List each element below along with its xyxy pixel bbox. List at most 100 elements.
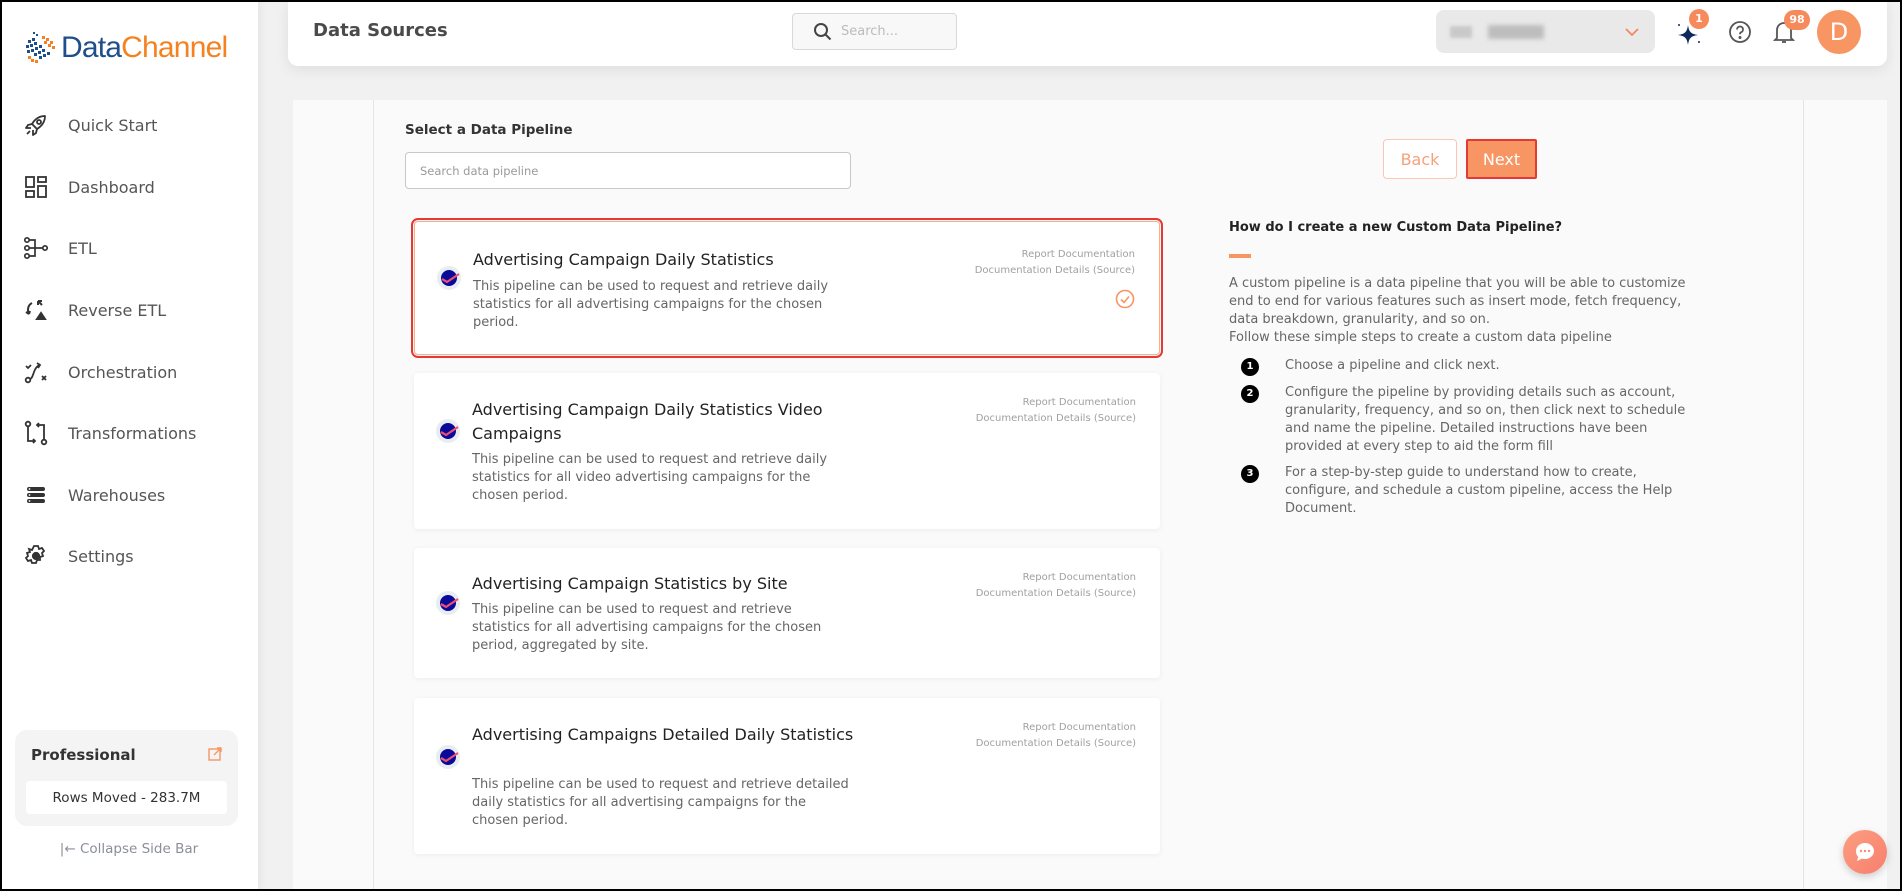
help-step: 2 Configure the pipeline by providing de… [1241, 384, 1699, 456]
step-number-badge: 3 [1241, 465, 1259, 483]
pipeline-card[interactable]: Advertising Campaigns Detailed Daily Sta… [414, 698, 1160, 854]
pipeline-card[interactable]: Advertising Campaign Daily Statistics Th… [411, 218, 1163, 358]
step-text: Choose a pipeline and click next. [1285, 358, 1500, 373]
transformations-icon [22, 419, 50, 447]
sidebar-item-reverse-etl[interactable]: Reverse ETL [22, 293, 242, 327]
plan-name: Professional [31, 746, 136, 764]
etl-icon [22, 234, 50, 262]
sidebar-item-etl[interactable]: ETL [22, 231, 242, 265]
sidebar-item-label: Orchestration [68, 362, 178, 382]
sidebar-item-label: Dashboard [68, 177, 155, 197]
sparkle-badge: 1 [1689, 9, 1709, 29]
brand-name: DataChannel [61, 31, 228, 65]
workspace-dropdown[interactable] [1436, 10, 1655, 53]
documentation-details-link[interactable]: Documentation Details (Source) [976, 736, 1136, 752]
step-text: For a step-by-step guide to understand h… [1285, 465, 1673, 516]
warehouses-icon [22, 481, 50, 509]
gear-icon [22, 542, 50, 570]
pipeline-source-icon [436, 745, 460, 769]
help-step: 3 For a step-by-step guide to understand… [1241, 464, 1699, 518]
pipeline-card[interactable]: Advertising Campaign Statistics by Site … [414, 548, 1160, 678]
pipeline-description: This pipeline can be used to request and… [472, 452, 828, 503]
back-button[interactable]: Back [1383, 139, 1457, 179]
notifications-button[interactable]: 98 [1772, 10, 1810, 45]
help-circle-icon [1729, 21, 1751, 43]
sidebar-item-warehouses[interactable]: Warehouses [22, 478, 242, 512]
top-header: Data Sources 1 98 D [288, 0, 1887, 66]
chat-bubble-icon [1856, 843, 1874, 861]
dashboard-grid-icon [22, 173, 50, 201]
search-icon [814, 22, 832, 40]
sidebar-item-label: Reverse ETL [68, 300, 167, 320]
documentation-details-link[interactable]: Documentation Details (Source) [976, 411, 1136, 427]
documentation-details-link[interactable]: Documentation Details (Source) [976, 586, 1136, 602]
section-label: Select a Data Pipeline [405, 122, 573, 138]
pipeline-source-icon [436, 591, 460, 615]
step-text: Configure the pipeline by providing deta… [1285, 385, 1686, 454]
rocket-icon [22, 111, 50, 139]
plan-card: Professional Rows Moved - 283.7M [15, 730, 238, 826]
rows-moved: Rows Moved - 283.7M [26, 781, 227, 814]
accent-divider [1229, 254, 1251, 258]
sidebar-item-quick-start[interactable]: Quick Start [22, 108, 242, 142]
help-intro-followup: Follow these simple steps to create a cu… [1229, 330, 1612, 345]
chevron-down-icon [1625, 28, 1639, 37]
sidebar-item-label: Quick Start [68, 115, 158, 135]
ai-sparkle-button[interactable]: 1 [1676, 9, 1709, 48]
sidebar-item-label: Warehouses [68, 485, 166, 505]
notifications-badge: 98 [1784, 10, 1810, 30]
help-step: 1 Choose a pipeline and click next. [1241, 357, 1699, 376]
pipeline-doc-links: Report Documentation Documentation Detai… [975, 247, 1135, 279]
global-search-input[interactable] [841, 24, 941, 39]
user-avatar[interactable]: D [1817, 10, 1861, 54]
pipeline-description: This pipeline can be used to request and… [472, 602, 822, 653]
pipeline-title: Advertising Campaigns Detailed Daily Sta… [472, 725, 854, 744]
pipeline-title: Advertising Campaign Daily Statistics Vi… [472, 400, 823, 443]
pipeline-search-input[interactable] [405, 152, 851, 189]
pipeline-doc-links: Report Documentation Documentation Detai… [976, 570, 1136, 602]
report-documentation-link[interactable]: Report Documentation [976, 570, 1136, 586]
help-intro-text: A custom pipeline is a data pipeline tha… [1229, 276, 1686, 327]
sidebar-item-orchestration[interactable]: Orchestration [22, 355, 242, 389]
logo[interactable]: DataChannel [22, 30, 228, 66]
pipeline-description: This pipeline can be used to request and… [472, 777, 849, 828]
brand-name-channel: Channel [121, 31, 228, 64]
report-documentation-link[interactable]: Report Documentation [976, 395, 1136, 411]
datachannel-logo-icon [26, 32, 55, 63]
pipeline-title: Advertising Campaign Daily Statistics [473, 250, 774, 269]
sidebar-item-settings[interactable]: Settings [22, 539, 242, 573]
page-title: Data Sources [313, 20, 448, 41]
sidebar-item-label: Settings [68, 546, 134, 566]
help-title: How do I create a new Custom Data Pipeli… [1229, 220, 1563, 235]
help-steps: 1 Choose a pipeline and click next. 2 Co… [1229, 357, 1699, 518]
report-documentation-link[interactable]: Report Documentation [976, 720, 1136, 736]
help-panel: How do I create a new Custom Data Pipeli… [1229, 220, 1699, 526]
pipeline-title: Advertising Campaign Statistics by Site [472, 574, 788, 593]
selected-check-icon [1115, 289, 1135, 309]
sidebar-item-transformations[interactable]: Transformations [22, 416, 242, 450]
sidebar-item-label: ETL [68, 238, 97, 258]
pipeline-source-icon [436, 419, 460, 443]
step-number-badge: 2 [1241, 385, 1259, 403]
help-button[interactable] [1728, 20, 1752, 44]
external-link-icon[interactable] [208, 747, 222, 761]
global-search[interactable] [792, 13, 957, 50]
pipeline-doc-links: Report Documentation Documentation Detai… [976, 720, 1136, 752]
sidebar: DataChannel Quick Start Dashboard ETL Re… [0, 0, 258, 891]
pipeline-description: This pipeline can be used to request and… [473, 279, 829, 330]
documentation-details-link[interactable]: Documentation Details (Source) [975, 263, 1135, 279]
sidebar-item-label: Transformations [68, 423, 197, 443]
pipeline-card[interactable]: Advertising Campaign Daily Statistics Vi… [414, 373, 1160, 529]
pipeline-source-icon [437, 266, 461, 290]
step-number-badge: 1 [1241, 358, 1259, 376]
help-intro: A custom pipeline is a data pipeline tha… [1229, 275, 1699, 347]
workspace-name-blurred [1488, 25, 1544, 39]
workspace-icon-blurred [1450, 26, 1472, 38]
chat-support-button[interactable] [1843, 830, 1887, 874]
next-button[interactable]: Next [1466, 139, 1537, 179]
reverse-etl-icon [22, 296, 50, 324]
collapse-sidebar-button[interactable]: |← Collapse Side Bar [0, 841, 258, 857]
report-documentation-link[interactable]: Report Documentation [975, 247, 1135, 263]
sidebar-item-dashboard[interactable]: Dashboard [22, 170, 242, 204]
pipeline-doc-links: Report Documentation Documentation Detai… [976, 395, 1136, 427]
